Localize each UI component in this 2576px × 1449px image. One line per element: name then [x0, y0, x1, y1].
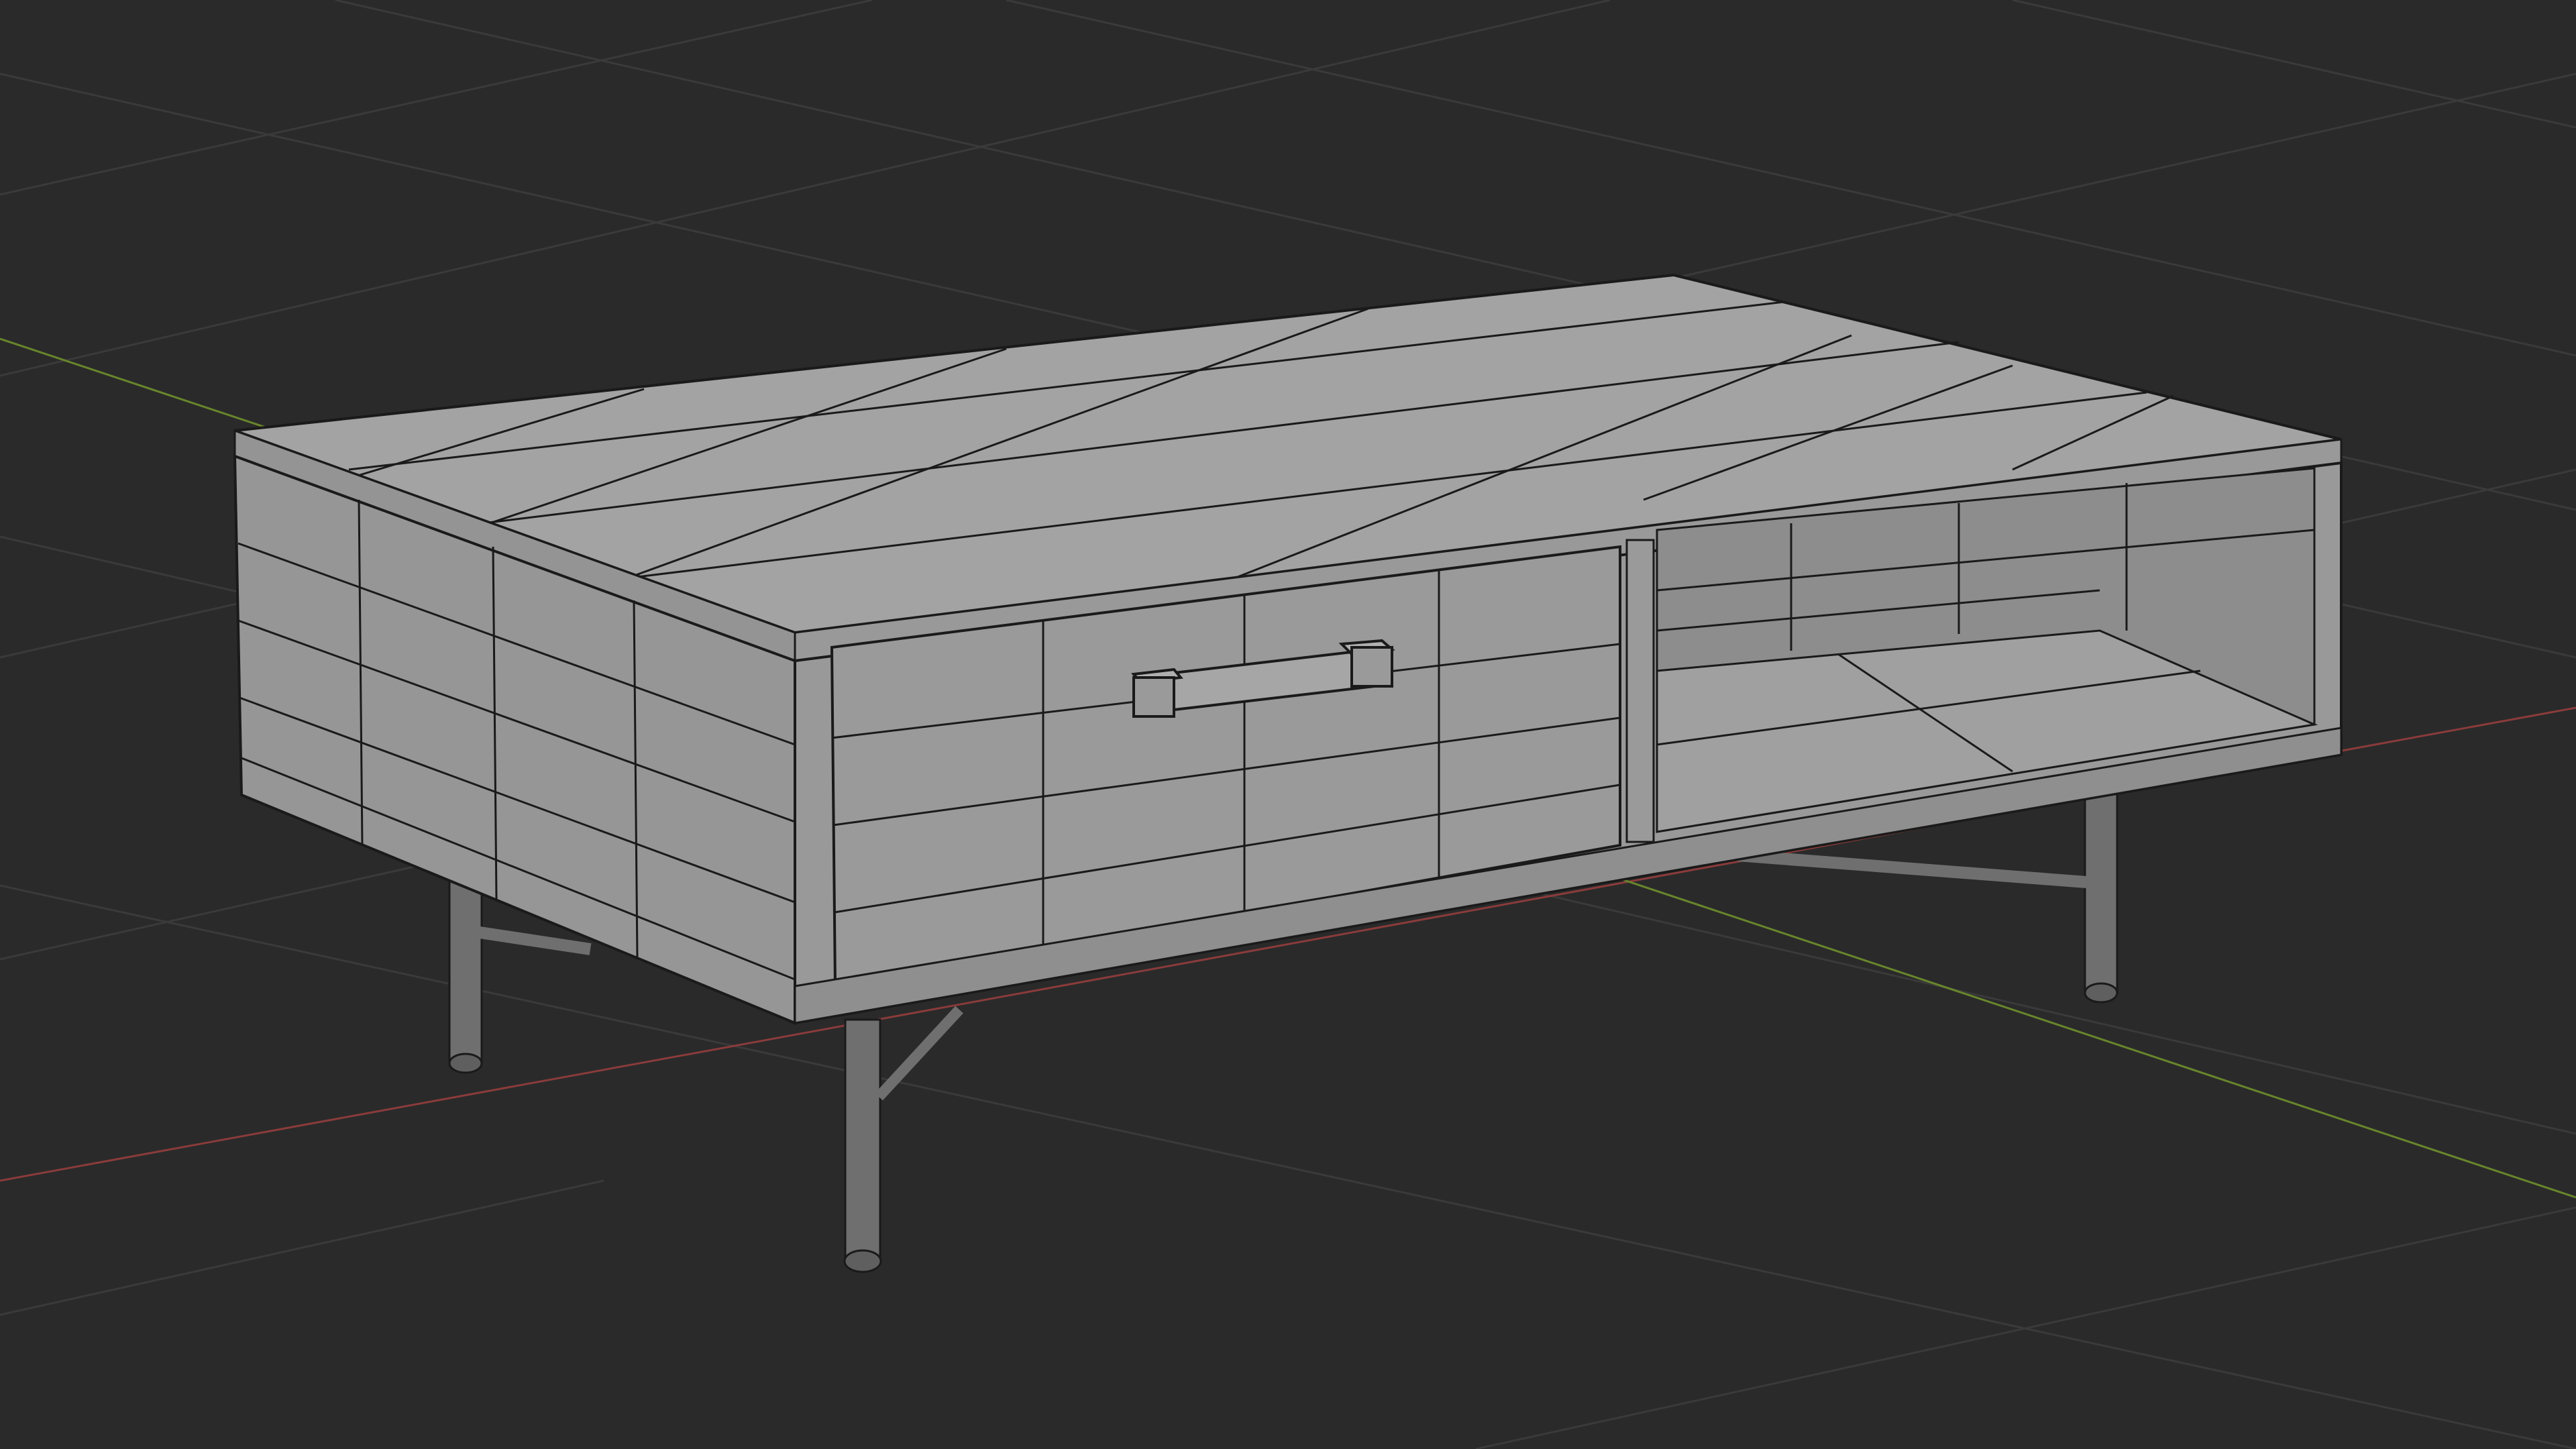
- center-divider: [1625, 539, 1655, 843]
- viewport-canvas[interactable]: [0, 0, 2576, 1449]
- 3d-viewport[interactable]: [0, 0, 2576, 1449]
